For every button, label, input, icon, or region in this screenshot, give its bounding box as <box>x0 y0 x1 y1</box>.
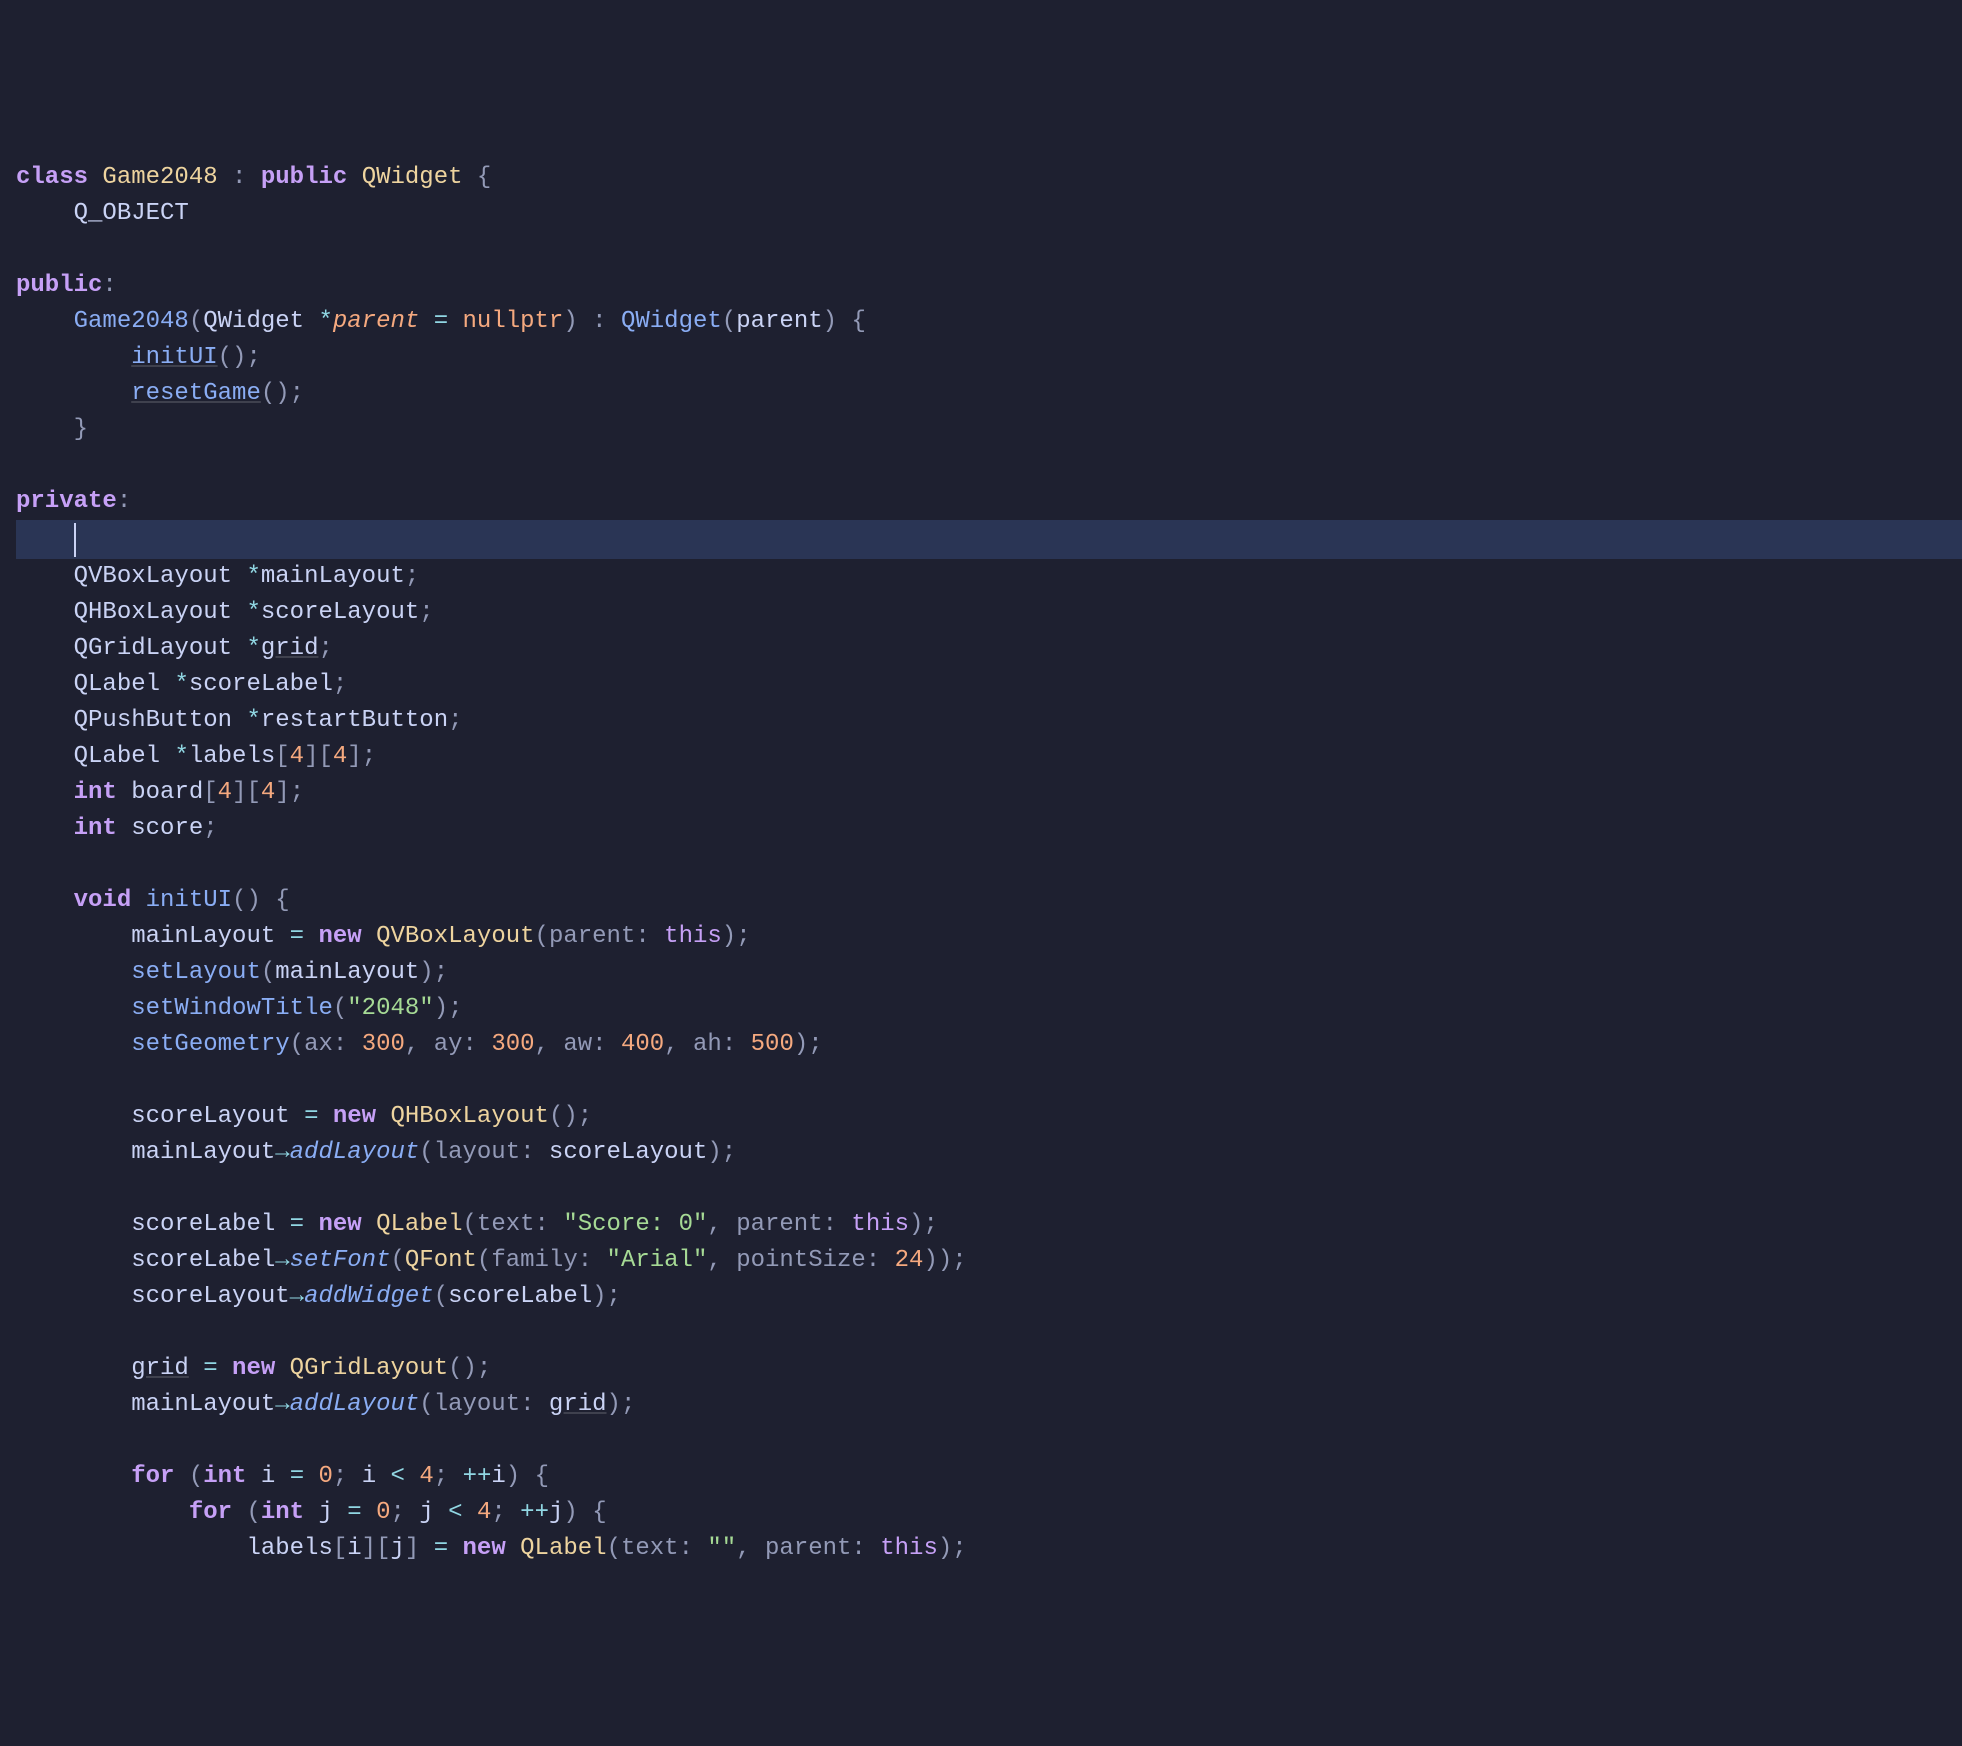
code-line: scoreLabel = new QLabel(text: "Score: 0"… <box>16 1211 938 1238</box>
code-line: QLabel *labels[4][4]; <box>16 743 376 770</box>
text-cursor <box>74 523 76 557</box>
code-line: Q_OBJECT <box>16 200 189 227</box>
code-line: public: <box>16 272 117 299</box>
code-line: QLabel *scoreLabel; <box>16 671 347 698</box>
code-line: scoreLayout = new QHBoxLayout(); <box>16 1103 592 1130</box>
code-line: setGeometry(ax: 300, ay: 300, aw: 400, a… <box>16 1031 823 1058</box>
code-line: int score; <box>16 815 218 842</box>
code-line: void initUI() { <box>16 887 290 914</box>
code-line: for (int i = 0; i < 4; ++i) { <box>16 1463 549 1490</box>
code-line: scoreLabel→setFont(QFont(family: "Arial"… <box>16 1247 967 1274</box>
code-line: grid = new QGridLayout(); <box>16 1355 491 1382</box>
code-line: scoreLayout→addWidget(scoreLabel); <box>16 1283 621 1310</box>
code-line: class Game2048 : public QWidget { <box>16 164 491 191</box>
code-line: private: <box>16 488 131 515</box>
code-editor[interactable]: class Game2048 : public QWidget { Q_OBJE… <box>16 160 1962 1567</box>
code-line: setLayout(mainLayout); <box>16 959 448 986</box>
code-line: setWindowTitle("2048"); <box>16 995 463 1022</box>
code-line: QHBoxLayout *scoreLayout; <box>16 599 434 626</box>
code-line: for (int j = 0; j < 4; ++j) { <box>16 1499 607 1526</box>
code-line: QGridLayout *grid; <box>16 635 333 662</box>
code-line: mainLayout→addLayout(layout: grid); <box>16 1391 635 1418</box>
code-line: QVBoxLayout *mainLayout; <box>16 563 419 590</box>
code-line: QPushButton *restartButton; <box>16 707 463 734</box>
code-line: resetGame(); <box>16 380 304 407</box>
code-line: int board[4][4]; <box>16 779 304 806</box>
code-line: mainLayout = new QVBoxLayout(parent: thi… <box>16 923 751 950</box>
code-line: initUI(); <box>16 344 261 371</box>
cursor-line[interactable] <box>16 520 1962 559</box>
code-line: mainLayout→addLayout(layout: scoreLayout… <box>16 1139 736 1166</box>
code-line: labels[i][j] = new QLabel(text: "", pare… <box>16 1535 967 1562</box>
code-line: Game2048(QWidget *parent = nullptr) : QW… <box>16 308 866 335</box>
code-line: } <box>16 416 88 443</box>
